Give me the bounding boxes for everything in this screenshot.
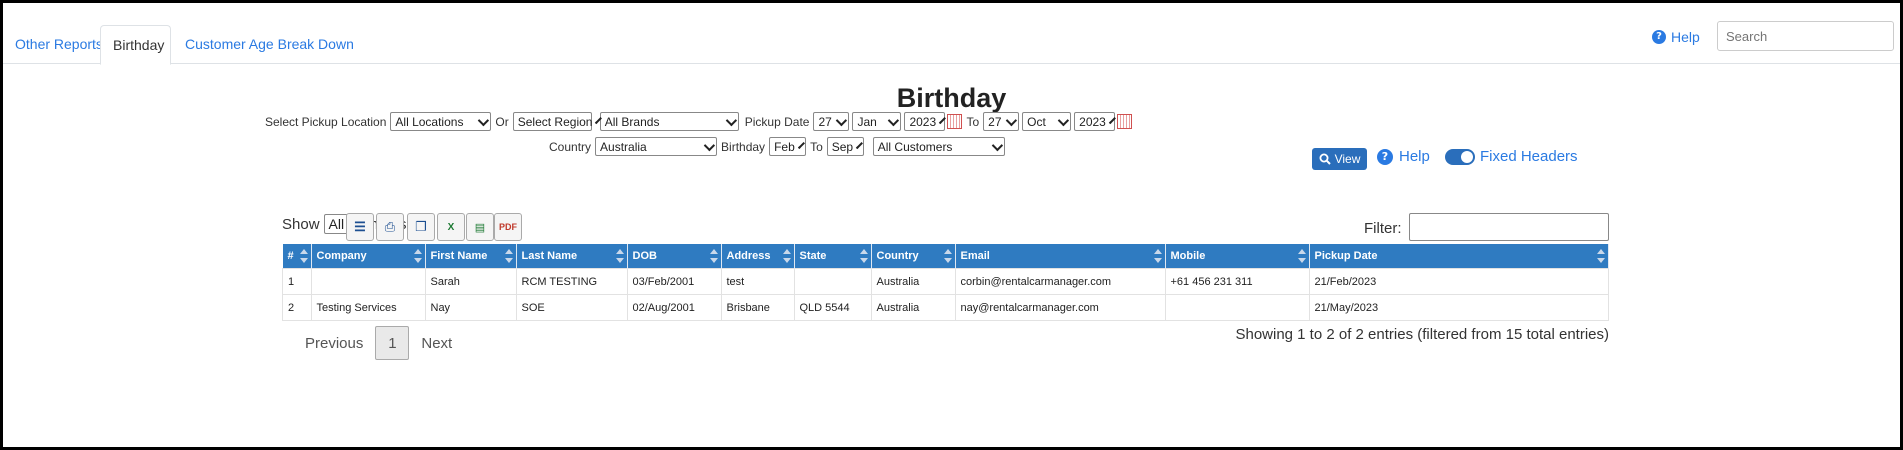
print-button[interactable]: ⎙	[376, 213, 404, 241]
column-header[interactable]: Mobile	[1165, 244, 1310, 269]
table-row: 1 Sarah RCM TESTING 03/Feb/2001 test Aus…	[282, 268, 1609, 295]
sort-icon	[859, 249, 868, 263]
tab-customer-age-break-down[interactable]: Customer Age Break Down	[173, 25, 366, 63]
calendar-icon[interactable]	[1117, 114, 1133, 129]
customers-select[interactable]: All Customers	[872, 137, 1005, 156]
sort-icon	[413, 249, 422, 263]
sort-icon	[943, 249, 952, 263]
pickup-to-year-select[interactable]: 2023	[1074, 112, 1116, 131]
copy-icon: ❐	[415, 219, 427, 234]
sort-icon	[1297, 249, 1306, 263]
or-label: Or	[495, 114, 509, 129]
next-button[interactable]: Next	[409, 335, 464, 352]
pdf-button[interactable]: PDF	[494, 213, 522, 241]
view-button[interactable]: View	[1312, 148, 1367, 170]
country-label: Country	[549, 139, 592, 154]
pickup-from-year-select[interactable]: 2023	[904, 112, 946, 131]
page-1-button[interactable]: 1	[375, 326, 410, 360]
filter-input[interactable]	[1409, 213, 1609, 241]
birthday-table: # Company First Name Last Name DOB Addre…	[282, 244, 1609, 321]
column-header[interactable]: Email	[955, 244, 1166, 269]
column-header[interactable]: Address	[721, 244, 795, 269]
column-header[interactable]: State	[794, 244, 872, 269]
filter-row-1: Select Pickup Location All Locations Or …	[261, 112, 1133, 131]
question-icon: ?	[1652, 30, 1666, 44]
column-visibility-button[interactable]: ☰	[346, 213, 374, 241]
help-link[interactable]: ? Help	[1377, 148, 1430, 165]
report-tabs: Other Reports Birthday Customer Age Brea…	[3, 21, 1900, 65]
pagination: Previous 1 Next	[293, 326, 464, 360]
filter-row-2: Country Australia Birthday Feb To Sep Al…	[545, 137, 1005, 156]
filter-label: Filter:	[1364, 220, 1402, 237]
sort-icon	[1153, 249, 1162, 263]
excel-icon: X	[447, 221, 455, 233]
sort-icon	[504, 249, 513, 263]
sort-icon	[615, 249, 624, 263]
fixed-headers-toggle[interactable]: Fixed Headers	[1445, 148, 1578, 165]
previous-button[interactable]: Previous	[293, 335, 375, 352]
csv-button[interactable]: ▤	[466, 213, 494, 241]
page-title: Birthday	[896, 83, 1007, 113]
birthday-from-select[interactable]: Feb	[769, 137, 807, 156]
print-icon: ⎙	[384, 219, 396, 234]
pickup-date-label: Pickup Date	[744, 114, 810, 129]
excel-button[interactable]: X	[437, 213, 465, 241]
birthday-to-select[interactable]: Sep	[826, 137, 864, 156]
birthday-label: Birthday	[721, 139, 766, 154]
table-header-row: # Company First Name Last Name DOB Addre…	[282, 244, 1609, 269]
column-header[interactable]: Company	[311, 244, 426, 269]
pickup-from-day-select[interactable]: 27	[813, 112, 850, 131]
tab-other-reports[interactable]: Other Reports	[3, 25, 115, 63]
column-header[interactable]: #	[282, 244, 312, 269]
pickup-to-label: To	[966, 114, 980, 129]
sort-icon	[782, 249, 791, 263]
table-info: Showing 1 to 2 of 2 entries (filtered fr…	[1235, 326, 1609, 343]
pickup-to-day-select[interactable]: 27	[983, 112, 1020, 131]
csv-icon: ▤	[474, 221, 486, 234]
pickup-to-month-select[interactable]: Oct	[1022, 112, 1072, 131]
app-frame: Other Reports Birthday Customer Age Brea…	[3, 3, 1900, 447]
country-select[interactable]: Australia	[595, 137, 718, 156]
column-header[interactable]: Pickup Date	[1309, 244, 1609, 269]
question-icon: ?	[1377, 148, 1393, 165]
calendar-icon[interactable]	[947, 114, 963, 129]
birthday-to-label: To	[810, 139, 823, 154]
table-row: 2 Testing Services Nay SOE 02/Aug/2001 B…	[282, 294, 1609, 321]
tab-birthday[interactable]: Birthday	[100, 25, 171, 65]
pickup-from-month-select[interactable]: Jan	[852, 112, 902, 131]
column-header[interactable]: First Name	[425, 244, 517, 269]
sort-icon	[1597, 249, 1605, 263]
pickup-location-label: Select Pickup Location	[265, 114, 387, 129]
list-icon: ☰	[354, 219, 366, 234]
column-header[interactable]: Last Name	[516, 244, 628, 269]
help-label: Help	[1671, 29, 1700, 45]
search-input[interactable]	[1717, 21, 1894, 51]
pdf-icon: PDF	[499, 222, 517, 232]
toggle-switch[interactable]	[1445, 148, 1475, 165]
copy-button[interactable]: ❐	[407, 213, 435, 241]
region-select[interactable]: Select Region	[512, 112, 592, 131]
column-header[interactable]: DOB	[627, 244, 722, 269]
sort-icon	[709, 249, 718, 263]
brands-select[interactable]: All Brands	[599, 112, 739, 131]
search-icon	[1319, 153, 1331, 165]
help-link[interactable]: ? Help	[1652, 29, 1700, 45]
sort-icon	[299, 249, 308, 263]
pickup-location-select[interactable]: All Locations	[390, 112, 492, 131]
column-header[interactable]: Country	[871, 244, 956, 269]
